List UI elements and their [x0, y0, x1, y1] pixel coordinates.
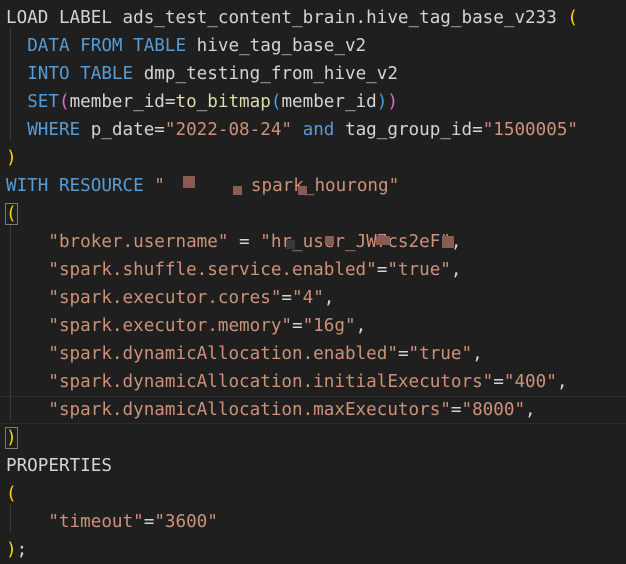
code-line-1: LOAD LABEL ads_test_content_brain.hive_t… — [6, 4, 578, 32]
function-name: to_bitmap — [175, 92, 271, 112]
paren: ( — [270, 92, 282, 112]
keyword: DATA FROM TABLE — [27, 36, 187, 56]
code-line-3: INTO TABLE dmp_testing_from_hive_v2 — [6, 60, 398, 88]
keyword: WITH RESOURCE — [6, 176, 144, 196]
code-line-10: "spark.shuffle.service.enabled"="true", — [6, 256, 462, 284]
string-literal: "16g" — [302, 316, 356, 336]
punctuation: , — [472, 344, 483, 364]
string-literal: "timeout" — [48, 512, 144, 532]
code-line-17: PROPERTIES — [6, 452, 112, 480]
paren: ) — [6, 540, 17, 560]
identifier: hive_tag_base_v2 — [186, 36, 367, 56]
code-line-20: ); — [6, 536, 27, 564]
operator: = — [281, 288, 293, 308]
redaction-block — [233, 186, 242, 195]
code-line-13: "spark.dynamicAllocation.enabled"="true"… — [6, 340, 483, 368]
string-literal: "spark.executor.memory" — [48, 316, 292, 336]
punctuation: , — [450, 260, 462, 280]
code-line-6: ) — [6, 144, 17, 172]
punctuation: , — [355, 316, 367, 336]
code-line-14: "spark.dynamicAllocation.initialExecutor… — [6, 368, 567, 396]
punctuation: , — [525, 400, 536, 420]
code-line-18: ( — [6, 480, 17, 508]
string-literal: "400" — [503, 372, 557, 392]
code-line-16: ) — [5, 424, 18, 452]
identifier: dmp_testing_from_hive_v2 — [133, 64, 398, 84]
redaction-block — [442, 236, 454, 248]
code-line-2: DATA FROM TABLE hive_tag_base_v2 — [6, 32, 366, 60]
string-literal: "broker.username" — [48, 232, 229, 252]
code-line-15: "spark.dynamicAllocation.maxExecutors"="… — [6, 396, 536, 424]
code-line-8: ( — [5, 200, 18, 228]
keyword: INTO TABLE — [27, 64, 134, 84]
operator: = — [143, 512, 155, 532]
string-literal: spark_hourong" — [250, 176, 400, 196]
paren: ( — [6, 484, 17, 504]
paren: ) — [6, 148, 17, 168]
operator: = — [228, 232, 261, 252]
code-line-19: "timeout"="3600" — [6, 508, 218, 536]
redaction-block — [286, 240, 295, 249]
paren: ) — [5, 427, 18, 449]
keyword: SET — [27, 92, 59, 112]
redaction-block — [376, 236, 390, 245]
string-literal: "spark.dynamicAllocation.initialExecutor… — [48, 372, 494, 392]
string-literal: "true" — [387, 260, 451, 280]
code-line-11: "spark.executor.cores"="4", — [6, 284, 334, 312]
code-line-12: "spark.executor.memory"="16g", — [6, 312, 366, 340]
string-literal: "spark.dynamicAllocation.enabled" — [48, 344, 398, 364]
identifier: ads_test_content_brain.hive_tag_base_v23… — [111, 8, 568, 28]
keyword: PROPERTIES — [6, 456, 112, 476]
string-literal: "8000" — [461, 400, 526, 420]
punctuation: , — [323, 288, 335, 308]
string-literal: "2022-08-24" — [164, 120, 293, 140]
identifier: member_id — [281, 92, 377, 112]
operator: = — [292, 316, 303, 336]
paren: ( — [58, 92, 70, 112]
string-literal: "4" — [292, 288, 324, 308]
keyword: and — [292, 120, 335, 140]
paren: ) — [376, 92, 388, 112]
code-line-4: SET(member_id=to_bitmap(member_id)) — [6, 88, 398, 116]
operator: = — [493, 372, 504, 392]
operator: = — [376, 260, 388, 280]
code-line-7: WITH RESOURCE " spark_hourong" — [6, 172, 399, 200]
identifier: tag_group_id= — [334, 120, 483, 140]
string-literal: "spark.executor.cores" — [48, 288, 282, 308]
redaction-block — [298, 186, 307, 195]
redaction-block — [325, 236, 334, 245]
paren: ( — [567, 8, 579, 28]
identifier: p_date= — [80, 120, 165, 140]
string-literal: "3600" — [154, 512, 218, 532]
code-line-9: "broker.username" = "hr_user_JW7cs2eF", — [6, 228, 461, 256]
keyword: WHERE — [27, 120, 81, 140]
paren: ( — [5, 203, 18, 225]
operator: = — [397, 344, 409, 364]
string-literal: "spark.shuffle.service.enabled" — [48, 260, 377, 280]
string-literal: "spark.dynamicAllocation.maxExecutors" — [48, 400, 451, 420]
code-editor[interactable]: LOAD LABEL ads_test_content_brain.hive_t… — [0, 0, 626, 560]
paren: ) — [387, 92, 398, 112]
keyword: LOAD LABEL — [6, 8, 112, 28]
operator: = — [450, 400, 462, 420]
code-line-5: WHERE p_date="2022-08-24" and tag_group_… — [6, 116, 578, 144]
redaction-block — [183, 176, 195, 188]
string-literal: " — [143, 176, 165, 196]
punctuation: ; — [16, 540, 28, 560]
string-literal: "1500005" — [482, 120, 579, 140]
string-literal: "true" — [408, 344, 473, 364]
punctuation: , — [556, 372, 568, 392]
identifier: member_id= — [69, 92, 176, 112]
